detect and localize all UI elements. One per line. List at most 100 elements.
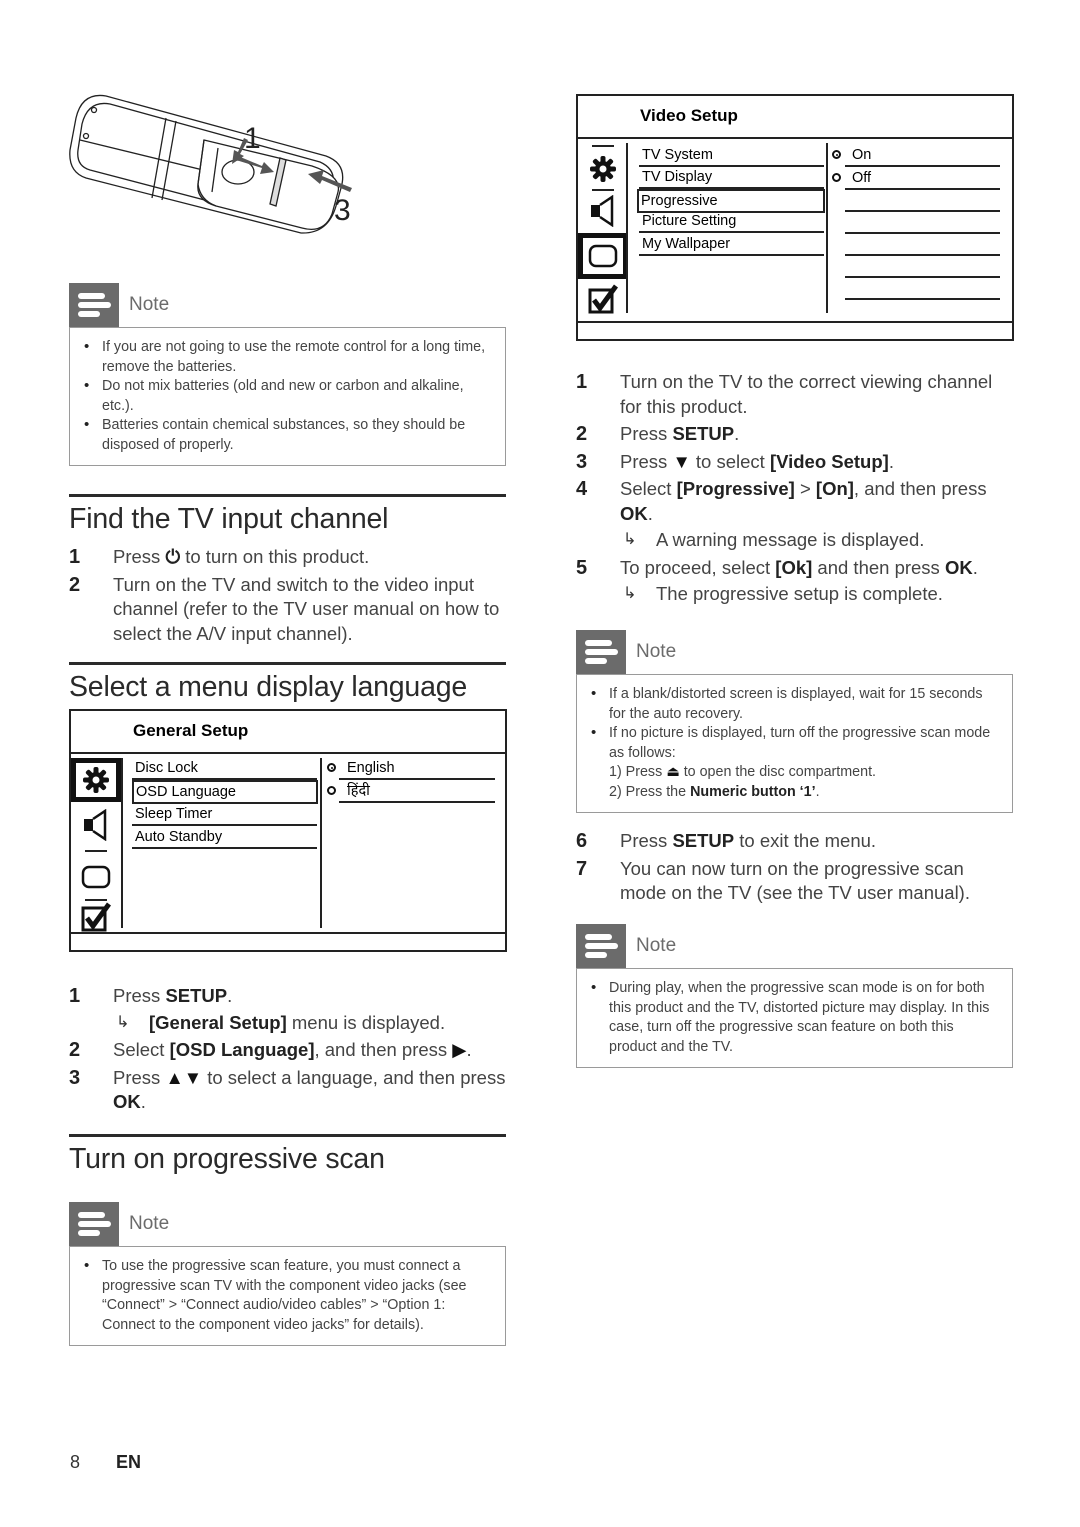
key-label: OK — [113, 1091, 141, 1112]
osd-item-tv-system[interactable]: TV System — [639, 145, 824, 167]
step-text: and then press — [812, 556, 945, 578]
power-icon: ⏻ — [165, 546, 181, 567]
page-footer: 8 EN — [70, 1452, 141, 1473]
step-number: 6 — [576, 830, 588, 852]
osd-item-progressive[interactable]: Progressive — [637, 189, 825, 213]
step-text: , and then press — [853, 478, 987, 499]
key-label: Numeric button ‘1’ — [690, 783, 816, 800]
step-result: ↳ A warning message is displayed. — [620, 528, 1013, 553]
osd-item-disc-lock[interactable]: Disc Lock — [132, 758, 317, 780]
osd-option-on[interactable]: On — [832, 145, 1002, 165]
osd-option-english[interactable]: English — [327, 758, 495, 778]
step-text: to select a language, and then press — [202, 1066, 506, 1088]
step-text: . — [972, 556, 978, 578]
note-icon — [576, 630, 626, 674]
step: 3 Press ▼ to select [Video Setup]. — [576, 450, 1013, 475]
radio-selected-icon — [327, 763, 336, 772]
note-icon — [576, 924, 626, 968]
step: 2 Press SETUP. — [576, 422, 1013, 447]
step: 6 Press SETUP to exit the menu. — [576, 829, 1013, 854]
result-arrow-icon: ↳ — [116, 1013, 130, 1031]
osd-item-sleep-timer[interactable]: Sleep Timer — [132, 804, 317, 826]
osd-item-auto-standby[interactable]: Auto Standby — [132, 827, 317, 849]
note-icon — [69, 283, 119, 327]
osd-option-off[interactable]: Off — [832, 168, 1002, 188]
step-number: 2 — [69, 573, 81, 596]
remote-battery-illustration: 1 3 — [69, 94, 352, 234]
step-text: . — [888, 450, 894, 472]
step-text: Select — [620, 478, 677, 499]
step-label-1: 1 — [244, 122, 261, 155]
step-text: Turn on the TV and switch to the video i… — [113, 573, 500, 644]
step: 4 Select [Progressive] > [On], and then … — [576, 477, 1013, 553]
step-text: Press — [620, 830, 673, 851]
note-item: If no picture is displayed, turn off the… — [589, 723, 1000, 803]
step-result: ↳ The progressive setup is complete. — [620, 582, 1013, 607]
speaker-icon[interactable] — [578, 189, 628, 233]
screen-icon[interactable] — [71, 855, 121, 899]
up-down-arrow-icon: ▲▼ — [165, 1066, 203, 1088]
step: 1 Press ⏻ to turn on this product. — [69, 545, 506, 570]
result-text: menu is displayed. — [286, 1011, 446, 1033]
step-text: . — [466, 1039, 472, 1060]
step-text: You can now turn on the progressive scan… — [620, 857, 970, 904]
checkbox-icon[interactable] — [578, 281, 628, 317]
note-icon — [69, 1202, 119, 1246]
osd-item-tv-display[interactable]: TV Display — [639, 167, 824, 189]
step-text: Select — [113, 1039, 170, 1060]
eject-icon: ⏏ — [666, 764, 680, 780]
step-text: to select — [690, 450, 770, 472]
result-arrow-icon: ↳ — [623, 531, 637, 548]
key-label: OK — [620, 502, 648, 524]
result-arrow-icon: ↳ — [623, 585, 637, 602]
option-label: On — [852, 147, 872, 163]
step-number: 5 — [576, 556, 588, 579]
osd-item-picture-setting[interactable]: Picture Setting — [639, 211, 824, 233]
note-title: Note — [129, 1213, 170, 1234]
menu-label: [Video Setup] — [769, 450, 889, 472]
section-heading: Select a menu display language — [69, 671, 468, 703]
osd-option-hindi[interactable]: हिंदी — [327, 781, 495, 801]
step-text: To proceed, select — [620, 556, 776, 578]
gear-icon[interactable] — [578, 147, 628, 191]
menu-label: [Ok] — [775, 556, 813, 578]
step-text: , and then press — [314, 1039, 453, 1060]
note-title: Note — [636, 935, 677, 956]
note-item: To use the progressive scan feature, you… — [82, 1256, 493, 1335]
note-subitem-text: . — [815, 783, 820, 800]
note-body: To use the progressive scan feature, you… — [69, 1246, 506, 1346]
progressive-steps-1-5: 1 Turn on the TV to the correct viewing … — [576, 370, 1013, 610]
note-progressive-recovery: Note If a blank/distorted screen is disp… — [576, 630, 1013, 813]
screen-icon[interactable] — [578, 233, 628, 279]
checkbox-icon[interactable] — [71, 902, 121, 932]
step-number: 1 — [576, 371, 588, 393]
note-subitem: 2) Press the Numeric button ‘1’. — [609, 783, 1000, 803]
menu-label: [On] — [815, 478, 854, 499]
step-number: 3 — [69, 1066, 81, 1089]
step-text: Press — [113, 985, 166, 1006]
radio-selected-icon — [832, 150, 841, 159]
gear-icon[interactable] — [71, 758, 121, 802]
note-subitem-text: 2) Press the — [609, 783, 691, 800]
osd-item-osd-language[interactable]: OSD Language — [132, 780, 318, 804]
note-item: Batteries contain chemical substances, s… — [82, 415, 493, 455]
step-number: 4 — [576, 478, 588, 500]
step-number: 1 — [69, 546, 81, 568]
option-label: हिंदी — [347, 783, 370, 799]
radio-unselected-icon — [832, 173, 841, 182]
note-body: During play, when the progressive scan m… — [576, 968, 1013, 1068]
speaker-icon[interactable] — [71, 803, 121, 847]
note-progressive-distorted: Note During play, when the progressive s… — [576, 924, 1013, 1068]
osd-item-my-wallpaper[interactable]: My Wallpaper — [639, 234, 824, 256]
note-subitem-text: 1) Press — [609, 764, 667, 780]
result-text: The progressive setup is complete. — [656, 583, 943, 604]
step-label-3: 3 — [334, 194, 351, 227]
page-number: 8 — [70, 1452, 81, 1472]
step: 2 Select [OSD Language], and then press … — [69, 1038, 506, 1063]
step: 1 Turn on the TV to the correct viewing … — [576, 370, 1013, 419]
section-find-tv-input-channel: Find the TV input channel — [69, 494, 506, 536]
down-arrow-icon: ▼ — [672, 450, 691, 472]
step-text: to exit the menu. — [734, 830, 877, 851]
key-label: SETUP — [165, 985, 228, 1006]
step-number: 3 — [576, 450, 588, 473]
